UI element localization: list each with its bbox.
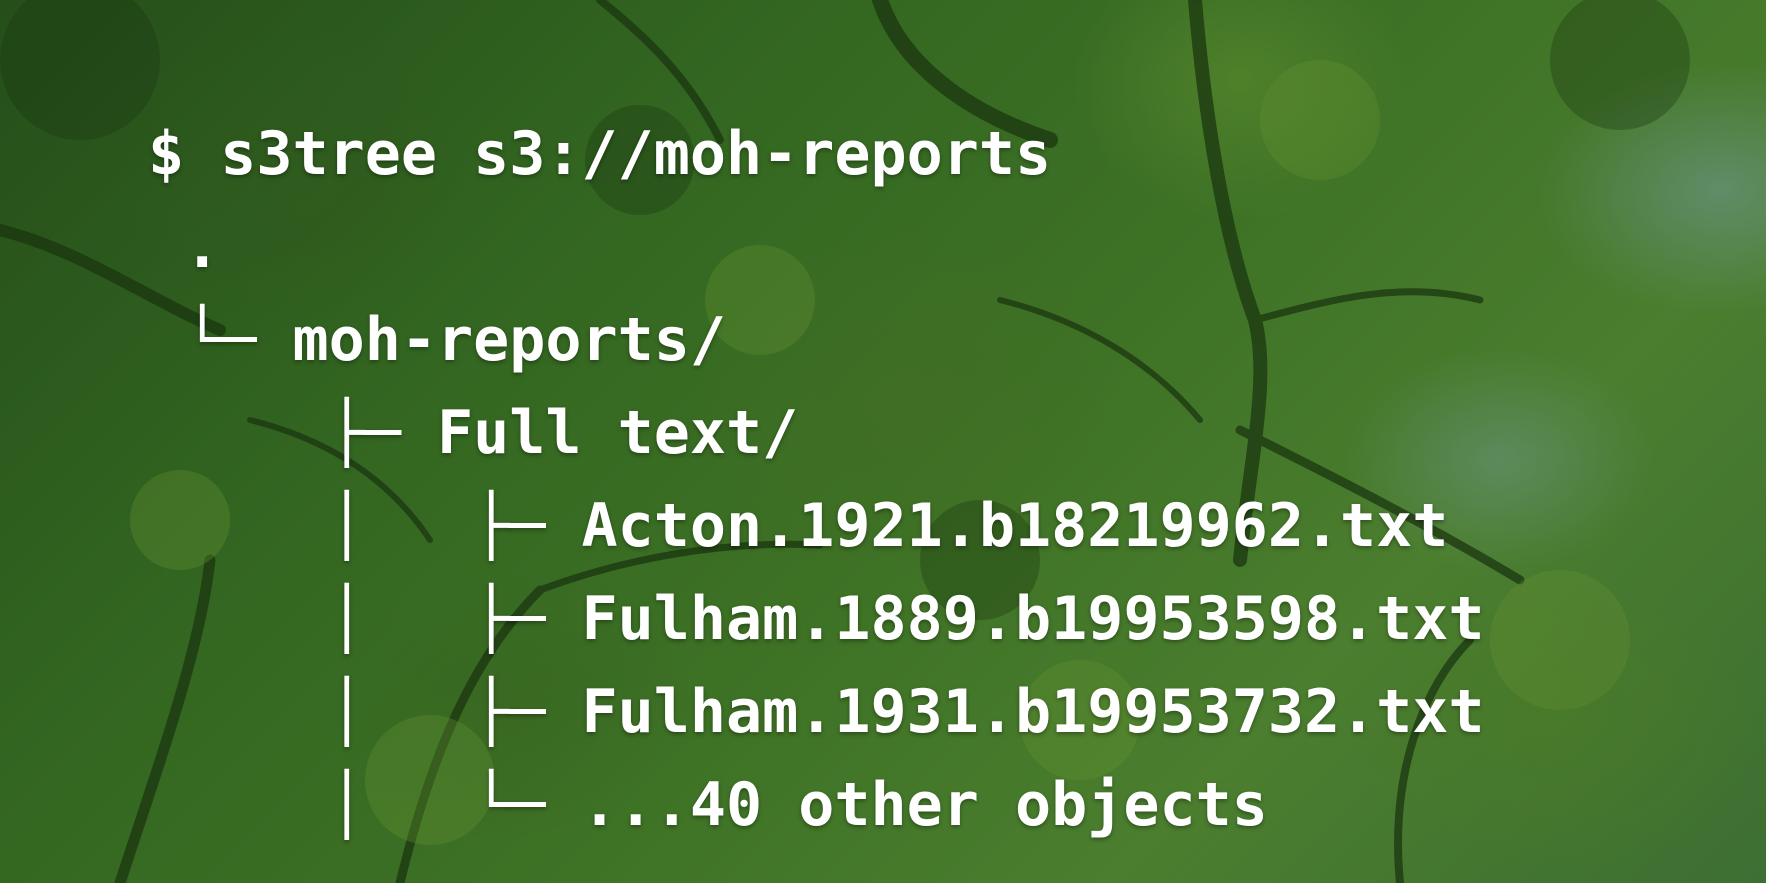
tree-line-file: │ ├─ Fulham.1889.b19953598.txt [148, 584, 1485, 654]
tree-line-file: │ ├─ Acton.1921.b18219962.txt [148, 491, 1449, 561]
tree-line-bucket: └─ moh-reports/ [148, 305, 726, 375]
tree-line-root: . [148, 212, 221, 282]
terminal-output: $ s3tree s3://moh-reports . └─ moh-repor… [148, 108, 1485, 852]
tree-line-file: │ ├─ Fulham.1931.b19953732.txt [148, 677, 1485, 747]
tree-line-folder: ├─ Full text/ [148, 398, 799, 468]
tree-line-more: │ └─ ...40 other objects [148, 770, 1268, 840]
command-line: $ s3tree s3://moh-reports [148, 119, 1052, 189]
